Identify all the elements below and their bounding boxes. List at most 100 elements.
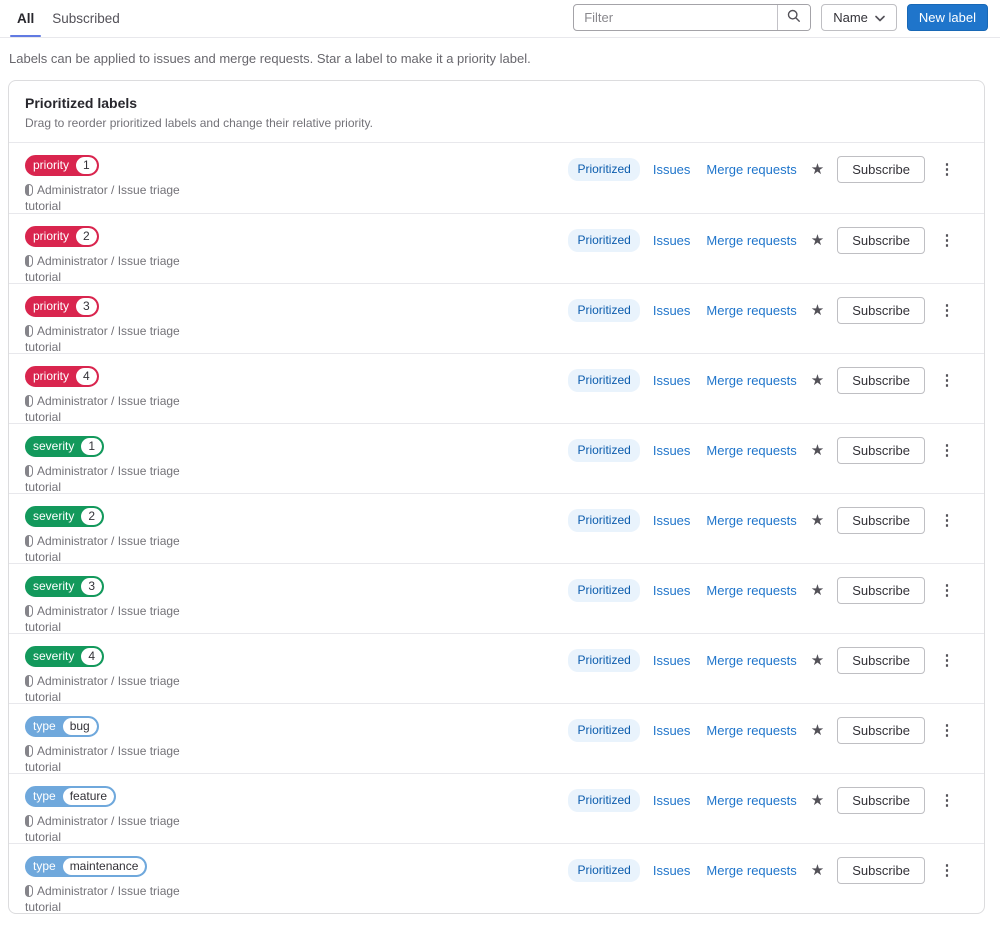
star-button[interactable]: ★ — [809, 583, 826, 598]
merge-requests-link[interactable]: Merge requests — [706, 233, 796, 248]
issues-link[interactable]: Issues — [653, 653, 691, 668]
issues-link[interactable]: Issues — [653, 513, 691, 528]
subscribe-button[interactable]: Subscribe — [837, 507, 925, 534]
search-button[interactable] — [777, 5, 811, 30]
sort-dropdown[interactable]: Name — [821, 4, 897, 31]
merge-requests-link[interactable]: Merge requests — [706, 162, 796, 177]
label-row-actions: Prioritized Issues Merge requests ★ Subs… — [568, 717, 968, 744]
merge-requests-link[interactable]: Merge requests — [706, 373, 796, 388]
tab-subscribed[interactable]: Subscribed — [43, 0, 129, 37]
scoped-label-badge[interactable]: type feature — [25, 786, 117, 807]
scoped-label-badge[interactable]: priority 1 — [25, 155, 99, 176]
subscribe-button[interactable]: Subscribe — [837, 156, 925, 183]
label-row-actions: Prioritized Issues Merge requests ★ Subs… — [568, 156, 968, 183]
label-value: 4 — [76, 368, 97, 385]
subscribe-button[interactable]: Subscribe — [837, 297, 925, 324]
star-button[interactable]: ★ — [809, 233, 826, 248]
scoped-label-icon — [25, 675, 33, 687]
star-button[interactable]: ★ — [809, 303, 826, 318]
issues-link[interactable]: Issues — [653, 723, 691, 738]
subscribe-button[interactable]: Subscribe — [837, 577, 925, 604]
more-actions-button[interactable]: ⋮ — [938, 581, 956, 600]
subscribe-button[interactable]: Subscribe — [837, 787, 925, 814]
issues-link[interactable]: Issues — [653, 303, 691, 318]
kebab-menu-icon: ⋮ — [939, 862, 955, 879]
star-button[interactable]: ★ — [809, 793, 826, 808]
scoped-label-badge[interactable]: priority 3 — [25, 296, 99, 317]
more-actions-button[interactable]: ⋮ — [938, 791, 956, 810]
scoped-label-badge[interactable]: severity 3 — [25, 576, 105, 597]
subscribe-button[interactable]: Subscribe — [837, 647, 925, 674]
star-button[interactable]: ★ — [809, 373, 826, 388]
more-actions-button[interactable]: ⋮ — [938, 441, 956, 460]
more-actions-button[interactable]: ⋮ — [938, 511, 956, 530]
subscribe-button[interactable]: Subscribe — [837, 227, 925, 254]
merge-requests-link[interactable]: Merge requests — [706, 863, 796, 878]
star-filled-icon: ★ — [810, 302, 825, 319]
label-row-actions: Prioritized Issues Merge requests ★ Subs… — [568, 857, 968, 884]
filter-input[interactable] — [574, 5, 778, 30]
merge-requests-link[interactable]: Merge requests — [706, 443, 796, 458]
scoped-label-badge[interactable]: type bug — [25, 716, 99, 737]
label-project: Administrator / Issue triage tutorial — [25, 743, 215, 775]
prioritized-labels-header: Prioritized labels Drag to reorder prior… — [9, 81, 984, 143]
merge-requests-link[interactable]: Merge requests — [706, 513, 796, 528]
scoped-label-badge[interactable]: type maintenance — [25, 856, 148, 877]
label-project-name: Administrator / Issue triage tutorial — [25, 534, 180, 564]
subscribe-button[interactable]: Subscribe — [837, 437, 925, 464]
scoped-label-badge[interactable]: severity 4 — [25, 646, 105, 667]
scoped-label-badge[interactable]: priority 4 — [25, 366, 99, 387]
label-info: priority 2 Administrator / Issue triage … — [25, 226, 215, 285]
tab-all[interactable]: All — [8, 0, 43, 37]
label-info: type maintenance Administrator / Issue t… — [25, 856, 215, 913]
star-filled-icon: ★ — [810, 372, 825, 389]
more-actions-button[interactable]: ⋮ — [938, 651, 956, 670]
subscribe-button[interactable]: Subscribe — [837, 717, 925, 744]
issues-link[interactable]: Issues — [653, 863, 691, 878]
new-label-button[interactable]: New label — [906, 4, 988, 31]
issues-link[interactable]: Issues — [653, 443, 691, 458]
merge-requests-link[interactable]: Merge requests — [706, 793, 796, 808]
issues-link[interactable]: Issues — [653, 583, 691, 598]
issues-link[interactable]: Issues — [653, 233, 691, 248]
merge-requests-link[interactable]: Merge requests — [706, 653, 796, 668]
more-actions-button[interactable]: ⋮ — [938, 301, 956, 320]
merge-requests-link[interactable]: Merge requests — [706, 303, 796, 318]
more-actions-button[interactable]: ⋮ — [938, 861, 956, 880]
issues-link[interactable]: Issues — [653, 373, 691, 388]
star-button[interactable]: ★ — [809, 443, 826, 458]
label-row-actions: Prioritized Issues Merge requests ★ Subs… — [568, 437, 968, 464]
scoped-label-icon — [25, 535, 33, 547]
more-actions-button[interactable]: ⋮ — [938, 231, 956, 250]
scoped-label-icon — [25, 885, 33, 897]
more-actions-button[interactable]: ⋮ — [938, 160, 956, 179]
more-actions-button[interactable]: ⋮ — [938, 721, 956, 740]
star-filled-icon: ★ — [810, 582, 825, 599]
subscribe-button[interactable]: Subscribe — [837, 367, 925, 394]
merge-requests-link[interactable]: Merge requests — [706, 583, 796, 598]
prioritized-badge: Prioritized — [568, 789, 640, 812]
merge-requests-link[interactable]: Merge requests — [706, 723, 796, 738]
label-row: severity 3 Administrator / Issue triage … — [9, 563, 984, 634]
scoped-label-icon — [25, 255, 33, 267]
scoped-label-badge[interactable]: severity 1 — [25, 436, 105, 457]
scoped-label-badge[interactable]: priority 2 — [25, 226, 99, 247]
issues-link[interactable]: Issues — [653, 162, 691, 177]
issues-link[interactable]: Issues — [653, 793, 691, 808]
star-button[interactable]: ★ — [809, 863, 826, 878]
label-value: 3 — [76, 298, 97, 315]
star-button[interactable]: ★ — [809, 653, 826, 668]
label-value: 4 — [81, 648, 103, 665]
kebab-menu-icon: ⋮ — [939, 161, 955, 178]
prioritized-badge: Prioritized — [568, 509, 640, 532]
star-button[interactable]: ★ — [809, 162, 826, 177]
more-actions-button[interactable]: ⋮ — [938, 371, 956, 390]
label-project-name: Administrator / Issue triage tutorial — [25, 674, 180, 704]
scoped-label-badge[interactable]: severity 2 — [25, 506, 105, 527]
label-scope: type — [33, 859, 56, 873]
prioritized-badge: Prioritized — [568, 859, 640, 882]
star-button[interactable]: ★ — [809, 513, 826, 528]
label-project: Administrator / Issue triage tutorial — [25, 393, 215, 425]
star-button[interactable]: ★ — [809, 723, 826, 738]
subscribe-button[interactable]: Subscribe — [837, 857, 925, 884]
